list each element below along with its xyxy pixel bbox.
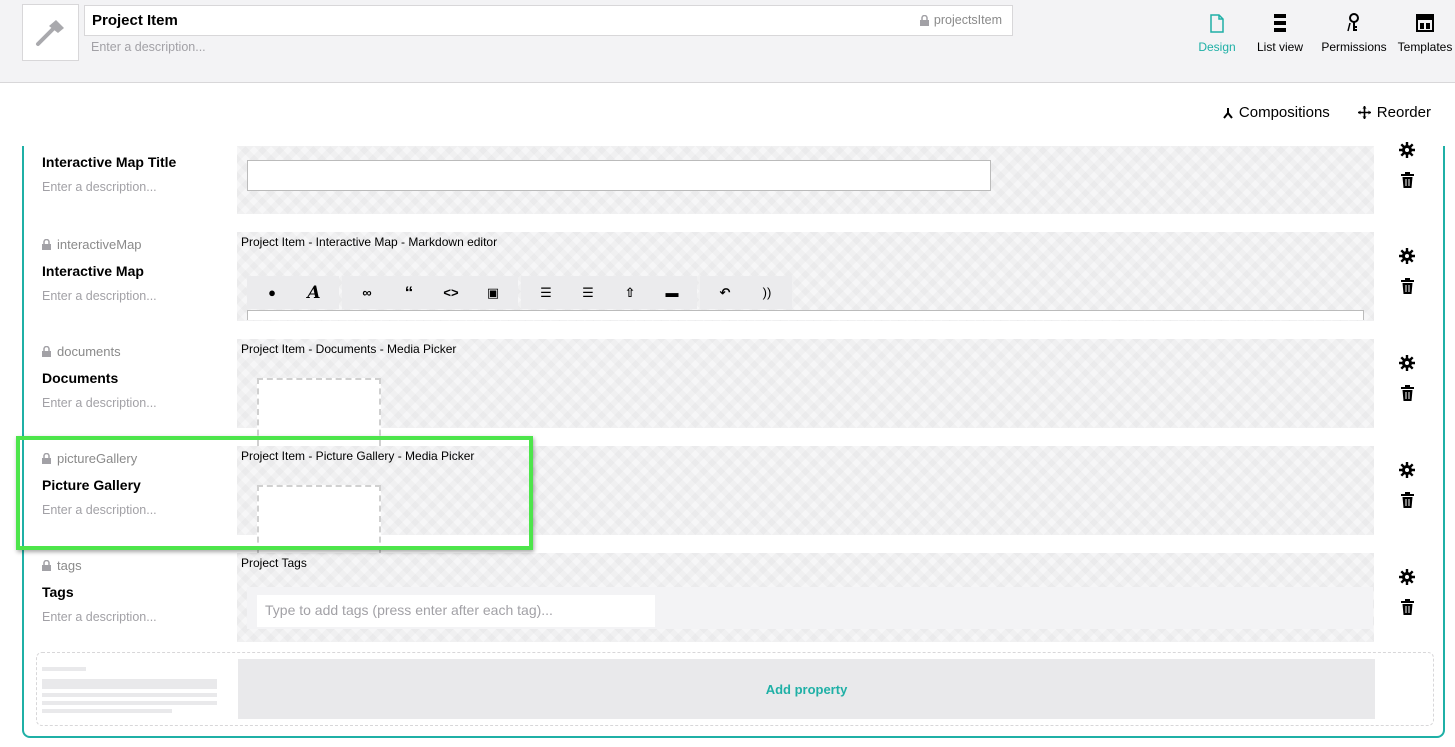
property-label: Documents [42, 370, 119, 386]
alias-text: interactiveMap [57, 236, 142, 252]
property-description[interactable]: Enter a description... [42, 610, 157, 624]
link-icon[interactable]: ∞ [346, 276, 388, 309]
add-property-area: Add property [36, 652, 1434, 726]
property-preview[interactable]: Project Item - Documents - Media Picker [237, 339, 1374, 446]
tags-input: Type to add tags (press enter after each… [257, 595, 655, 627]
document-type-name-input[interactable]: Project Item projectsItem [84, 5, 1013, 36]
italic-icon[interactable]: A [293, 276, 335, 309]
alias-text: projectsItem [933, 13, 1002, 27]
unordered-list-icon[interactable]: ☰ [567, 276, 609, 309]
horizontal-rule-icon[interactable]: ▬ [651, 276, 693, 309]
image-icon[interactable]: ▣ [472, 276, 514, 309]
compositions-button[interactable]: Compositions [1223, 104, 1330, 121]
property-alias: interactiveMap [42, 236, 157, 252]
markdown-textarea-preview [247, 310, 1364, 320]
property-row[interactable]: Interactive Map Title Enter a descriptio… [24, 142, 1447, 216]
gear-icon[interactable] [1399, 248, 1415, 264]
editor-name: Project Item - Interactive Map - Markdow… [241, 235, 498, 249]
tab-label: Templates [1397, 40, 1453, 54]
lock-icon [42, 238, 51, 250]
alias-display[interactable]: projectsItem [919, 13, 1002, 27]
merge-icon [1223, 107, 1233, 119]
trash-icon[interactable] [1400, 172, 1414, 188]
tab-label: List view [1256, 40, 1303, 54]
property-alias: documents [42, 343, 157, 359]
property-preview[interactable]: Project Tags Type to add tags (press ent… [237, 553, 1374, 642]
undo-icon[interactable]: ↶ [704, 276, 746, 309]
redo-icon[interactable]: )) [746, 276, 788, 309]
quote-icon[interactable]: “ [388, 276, 430, 309]
property-actions [1397, 142, 1417, 188]
document-type-name: Project Item [92, 12, 178, 29]
tab-label: Permissions [1321, 40, 1387, 54]
alias-text: tags [57, 557, 82, 573]
list-icon [1274, 12, 1286, 34]
property-actions [1397, 462, 1417, 508]
reorder-label: Reorder [1376, 104, 1431, 121]
property-row[interactable]: documents Documents Enter a description.… [24, 339, 1447, 446]
editor-tabs: Design List view Permissions Templates [1187, 0, 1455, 60]
property-alias: tags [42, 557, 157, 573]
property-preview[interactable] [237, 146, 1374, 214]
property-label: Tags [42, 584, 74, 600]
trash-icon[interactable] [1400, 385, 1414, 401]
property-description[interactable]: Enter a description... [42, 396, 157, 410]
gear-icon[interactable] [1399, 462, 1415, 478]
lock-icon [42, 345, 51, 357]
hammer-icon[interactable] [22, 4, 79, 61]
trash-icon[interactable] [1400, 492, 1414, 508]
trash-icon[interactable] [1400, 278, 1414, 294]
description-input[interactable]: Enter a description... [91, 40, 206, 54]
ordered-list-icon[interactable]: ☰ [525, 276, 567, 309]
property-actions [1397, 355, 1417, 401]
tab-label: Design [1198, 40, 1236, 54]
property-preview[interactable]: Project Item - Interactive Map - Markdow… [237, 232, 1374, 321]
property-row[interactable]: tags Tags Enter a description... Project… [24, 553, 1447, 645]
property-actions [1397, 569, 1417, 615]
gear-icon[interactable] [1399, 142, 1415, 158]
gear-icon[interactable] [1399, 569, 1415, 585]
textstring-preview [247, 160, 991, 191]
code-icon[interactable]: <> [430, 276, 472, 309]
compositions-label: Compositions [1238, 104, 1330, 121]
lock-icon [42, 559, 51, 571]
property-label: Interactive Map Title [42, 154, 177, 170]
lock-icon [919, 14, 929, 26]
editor-name: Project Tags [241, 556, 307, 570]
alias-text: documents [57, 343, 121, 359]
keys-icon [1347, 12, 1361, 34]
gear-icon[interactable] [1399, 355, 1415, 371]
highlight-box [16, 436, 533, 550]
reorder-button[interactable]: Reorder [1357, 104, 1431, 121]
property-description[interactable]: Enter a description... [42, 180, 176, 194]
tab-permissions[interactable]: Permissions [1317, 0, 1391, 60]
tags-editor-preview: Type to add tags (press enter after each… [247, 587, 1373, 629]
property-actions [1397, 248, 1417, 294]
layout-icon [1416, 12, 1434, 34]
document-icon [1210, 12, 1224, 34]
add-property-button[interactable]: Add property [238, 659, 1375, 719]
tab-templates[interactable]: Templates [1395, 0, 1455, 60]
editor-header: Project Item projectsItem Enter a descri… [0, 0, 1455, 83]
editor-name: Project Item - Documents - Media Picker [241, 342, 457, 356]
design-toolbar: Compositions Reorder [1223, 104, 1431, 121]
property-skeleton [42, 667, 217, 717]
property-row[interactable]: interactiveMap Interactive Map Enter a d… [24, 232, 1447, 324]
move-icon [1357, 106, 1371, 119]
property-label: Interactive Map [42, 263, 144, 279]
drop-icon[interactable]: ● [251, 276, 293, 309]
property-description[interactable]: Enter a description... [42, 289, 157, 303]
heading-icon[interactable]: ⇧ [609, 276, 651, 309]
tab-list-view[interactable]: List view [1249, 0, 1311, 60]
tab-design[interactable]: Design [1187, 0, 1247, 60]
trash-icon[interactable] [1400, 599, 1414, 615]
markdown-toolbar: ● A ∞ “ <> ▣ ☰ ☰ ⇧ ▬ ↶ )) [247, 276, 792, 309]
